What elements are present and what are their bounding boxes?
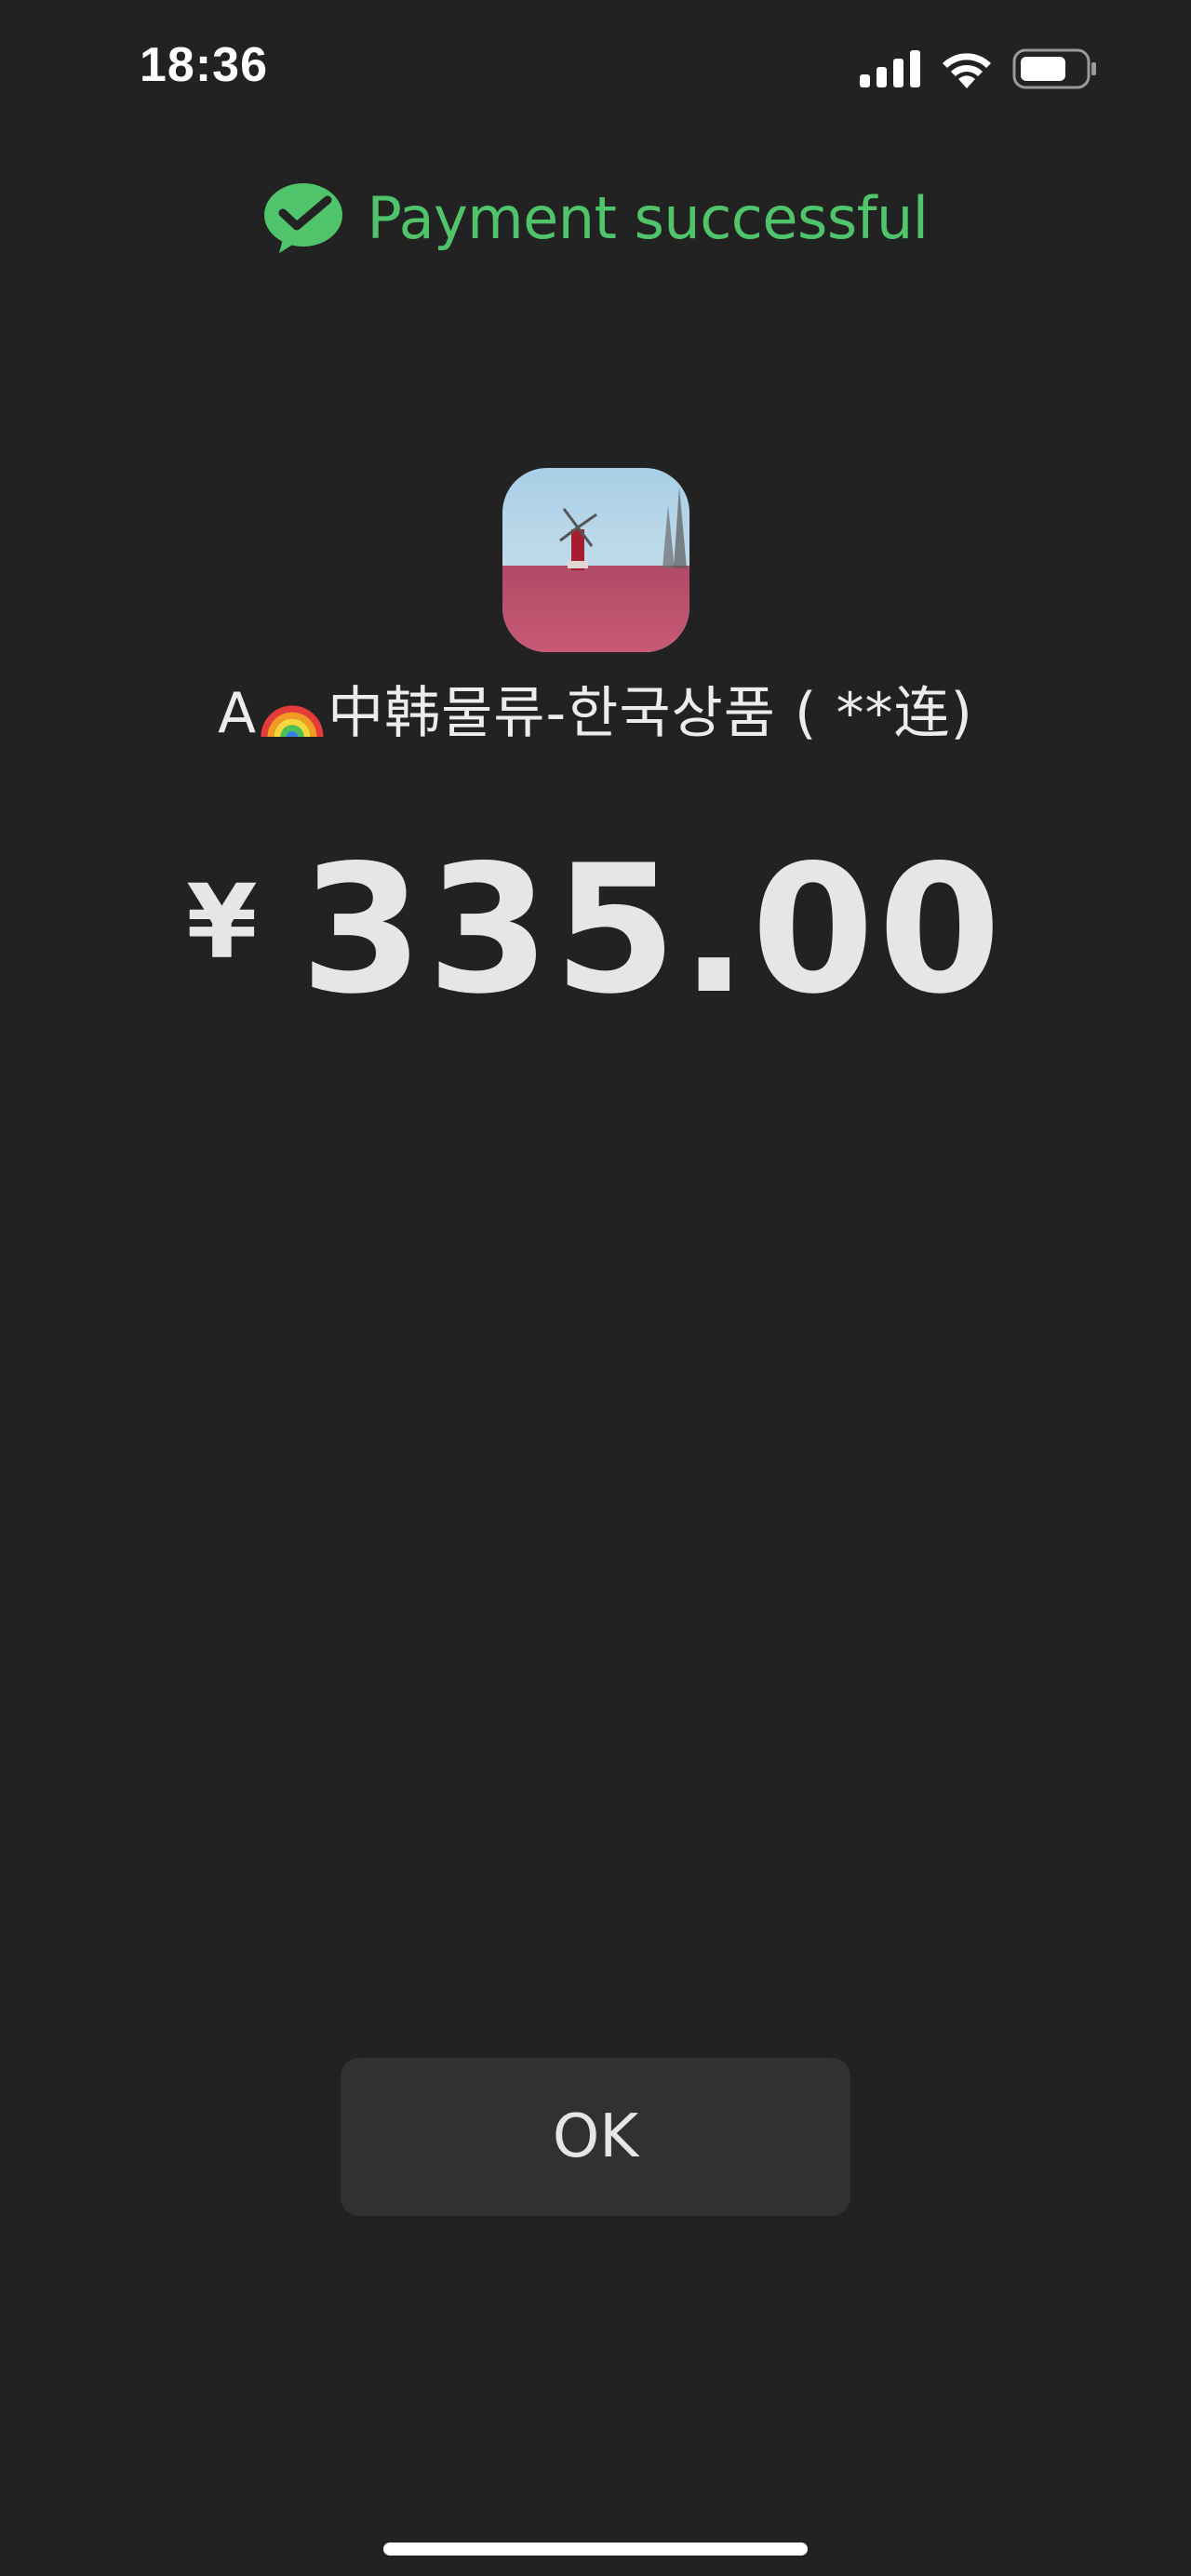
payment-success-header: Payment successful	[0, 181, 1191, 254]
battery-icon	[1012, 48, 1096, 89]
merchant-name-prefix: A	[218, 681, 258, 746]
merchant-avatar	[502, 468, 689, 652]
status-icons	[860, 48, 1098, 89]
merchant-name-suffix: 中韩물류-한국상품 ( **连)	[328, 681, 973, 746]
windmill-field-avatar	[502, 468, 689, 652]
rainbow-icon	[261, 705, 324, 739]
status-time: 18:36	[140, 38, 268, 92]
status-bar: 18:36	[0, 0, 1191, 140]
merchant-name: A 中韩물류-한국상품 ( **连)	[0, 668, 1191, 750]
home-indicator[interactable]	[383, 2543, 808, 2556]
payment-amount: ¥ 335.00	[0, 842, 1191, 1019]
wechat-pay-check-icon	[264, 183, 343, 253]
wifi-icon	[943, 53, 991, 88]
payment-success-title: Payment successful	[367, 183, 929, 252]
cellular-signal-icon	[860, 50, 920, 87]
ok-button[interactable]: OK	[341, 2058, 850, 2216]
amount-value: 335.00	[300, 827, 1005, 1033]
currency-symbol: ¥	[186, 862, 258, 981]
